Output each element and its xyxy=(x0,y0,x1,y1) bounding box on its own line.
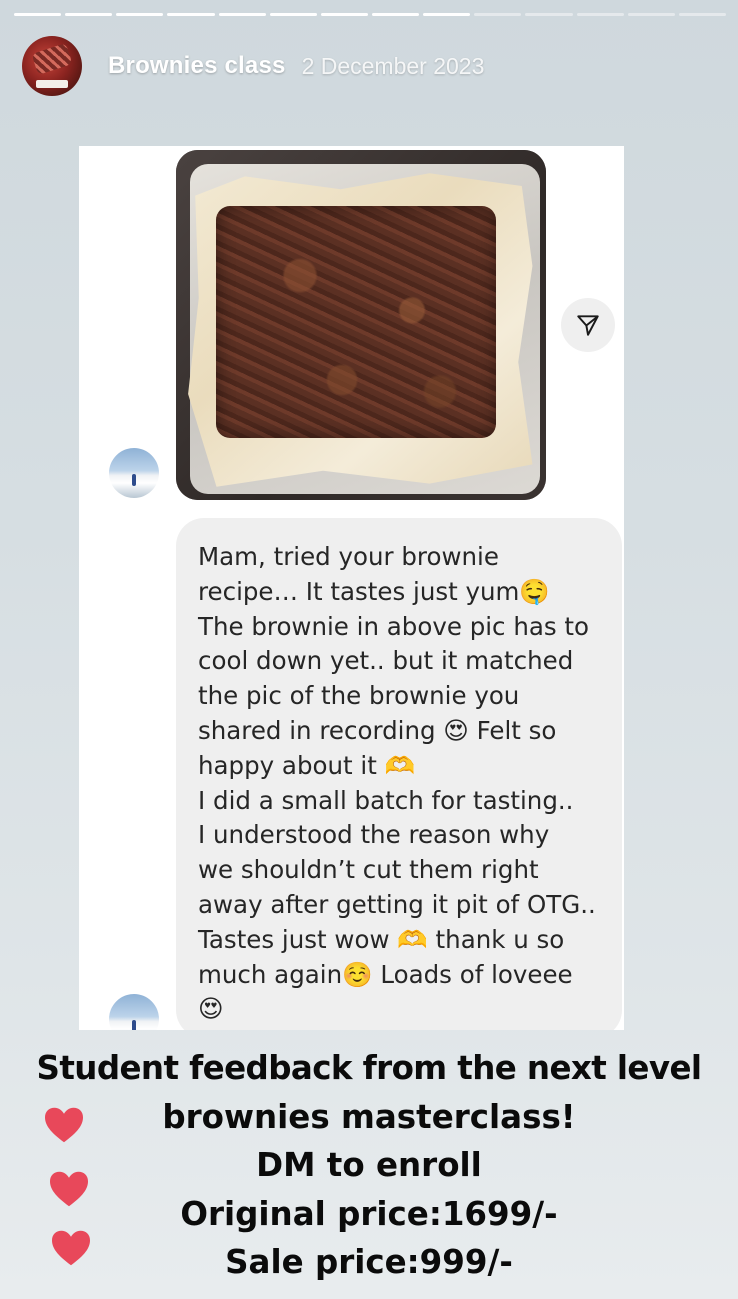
dm-screenshot: Mam, tried your brownie recipe… It taste… xyxy=(79,146,624,1030)
message-line: we shouldn’t cut them right xyxy=(198,855,539,885)
progress-segment xyxy=(678,13,726,16)
progress-segment xyxy=(371,13,420,16)
person-figure xyxy=(132,1020,136,1030)
send-paper-plane-icon xyxy=(577,315,599,336)
caption-line: Sale price:999/- xyxy=(225,1243,513,1282)
progress-segment xyxy=(269,13,317,16)
message-line: the pic of the brownie you xyxy=(198,681,520,711)
message-line: Tastes just wow 🫶 thank u so xyxy=(198,924,565,954)
story-progress-bar xyxy=(14,13,726,17)
share-button[interactable] xyxy=(561,298,615,352)
progress-segment xyxy=(116,13,164,16)
person-figure xyxy=(132,474,136,486)
message-line: I did a small batch for tasting.. xyxy=(198,785,574,815)
heart-icon xyxy=(52,1230,90,1266)
message-line: shared in recording 😍 Felt so xyxy=(198,715,557,745)
message-line: The brownie in above pic has to xyxy=(198,611,590,641)
brownie-tray-photo xyxy=(176,150,546,500)
progress-segment xyxy=(320,13,368,16)
caption-line: DM to enroll xyxy=(256,1146,482,1185)
avatar-caption-strip xyxy=(36,80,68,88)
message-line: cool down yet.. but it matched xyxy=(198,646,574,676)
heart-icon xyxy=(45,1107,83,1143)
sender-avatar xyxy=(109,994,159,1030)
story-caption: Student feedback from the next level bro… xyxy=(0,1044,738,1287)
message-line: much again☺️ Loads of loveee xyxy=(198,959,573,989)
sender-avatar xyxy=(109,448,159,498)
message-line: I understood the reason why xyxy=(198,820,550,850)
progress-segment xyxy=(474,13,522,16)
caption-line: brownies masterclass! xyxy=(162,1097,576,1136)
message-bubble: Mam, tried your brownie recipe… It taste… xyxy=(176,518,622,1030)
message-text: Mam, tried your brownie recipe… It taste… xyxy=(198,540,598,1027)
caption-line: Student feedback from the next level xyxy=(36,1049,703,1087)
message-line: happy about it 🫶 xyxy=(198,750,416,780)
brownie-profile-icon xyxy=(31,42,73,76)
account-name[interactable]: Brownies class xyxy=(108,52,286,80)
heart-icon xyxy=(50,1171,88,1207)
progress-segment xyxy=(65,13,113,16)
progress-segment xyxy=(627,13,675,16)
progress-segment xyxy=(576,13,624,16)
progress-segment xyxy=(423,13,471,16)
progress-segment xyxy=(525,13,573,16)
message-line: away after getting it pit of OTG.. xyxy=(198,889,596,919)
progress-segment xyxy=(218,13,266,16)
progress-segment xyxy=(167,13,215,16)
progress-segment xyxy=(14,13,62,16)
caption-line: Original price:1699/- xyxy=(180,1194,558,1233)
message-line: 😍 xyxy=(198,994,224,1024)
account-avatar[interactable] xyxy=(22,36,82,96)
brownie-slab xyxy=(216,206,496,438)
message-line: recipe… It tastes just yum🤤 xyxy=(198,576,550,606)
story-header: Brownies class 2 December 2023 xyxy=(22,36,484,96)
message-line: Mam, tried your brownie xyxy=(198,542,499,571)
post-date: 2 December 2023 xyxy=(301,52,485,79)
